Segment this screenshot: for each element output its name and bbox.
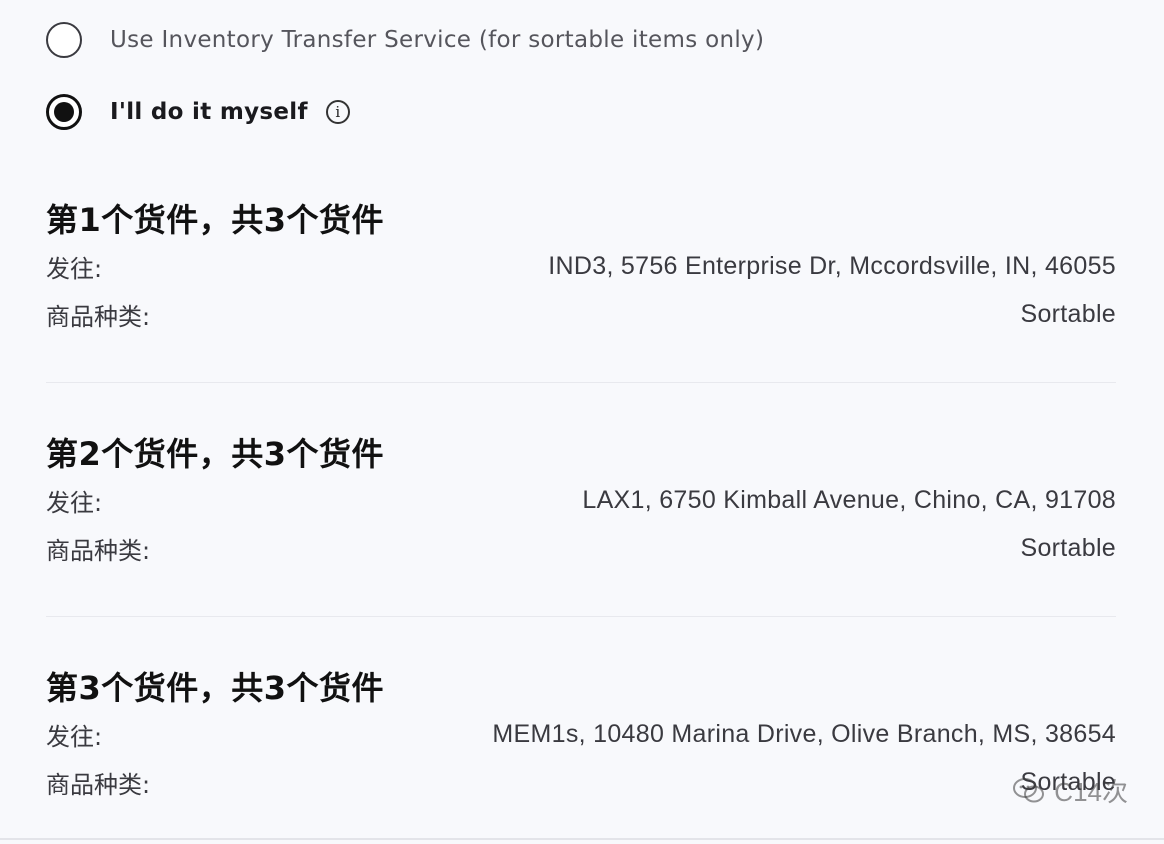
category-row: 商品种类: Sortable [46,758,1116,806]
category-label: 商品种类: [46,536,151,565]
watermark: C14次 [1012,772,1128,809]
ship-to-address: IND3, 5756 Enterprise Dr, Mccordsville, … [548,251,1116,280]
watermark-text: C14次 [1054,777,1128,807]
category-label: 商品种类: [46,302,151,331]
chat-bubble-icon [1013,777,1045,802]
shipment-title: 第2个货件，共3个货件 [46,435,385,473]
ship-to-address: MEM1s, 10480 Marina Drive, Olive Branch,… [492,719,1116,748]
category-row: 商品种类: Sortable [46,290,1116,338]
do-it-myself-radio[interactable] [46,94,82,130]
option-do-it-myself[interactable]: I'll do it myself i [46,94,350,130]
category-value: Sortable [1020,299,1116,328]
ship-to-label: 发往: [46,722,103,751]
info-icon[interactable]: i [325,100,350,124]
inventory-transfer-label: Use Inventory Transfer Service (for sort… [110,27,765,53]
ship-to-label: 发往: [46,254,103,283]
ship-to-row: 发往: IND3, 5756 Enterprise Dr, Mccordsvil… [46,242,1116,290]
ship-to-address: LAX1, 6750 Kimball Avenue, Chino, CA, 91… [582,485,1116,514]
category-value: Sortable [1020,533,1116,562]
divider [46,382,1116,383]
divider [46,616,1116,617]
bottom-border [0,838,1164,840]
shipment-2: 第2个货件，共3个货件 发往: LAX1, 6750 Kimball Avenu… [46,432,1116,572]
do-it-myself-label: I'll do it myself [110,99,308,125]
option-inventory-transfer[interactable]: Use Inventory Transfer Service (for sort… [46,22,764,58]
shipment-1: 第1个货件，共3个货件 发往: IND3, 5756 Enterprise Dr… [46,198,1116,338]
shipment-title: 第3个货件，共3个货件 [46,669,385,707]
category-row: 商品种类: Sortable [46,524,1116,572]
ship-to-label: 发往: [46,488,103,517]
category-label: 商品种类: [46,770,151,799]
ship-to-row: 发往: MEM1s, 10480 Marina Drive, Olive Bra… [46,710,1116,758]
ship-to-row: 发往: LAX1, 6750 Kimball Avenue, Chino, CA… [46,476,1116,524]
shipment-3: 第3个货件，共3个货件 发往: MEM1s, 10480 Marina Driv… [46,666,1116,806]
inventory-transfer-radio[interactable] [46,22,82,58]
shipment-title: 第1个货件，共3个货件 [46,201,385,239]
